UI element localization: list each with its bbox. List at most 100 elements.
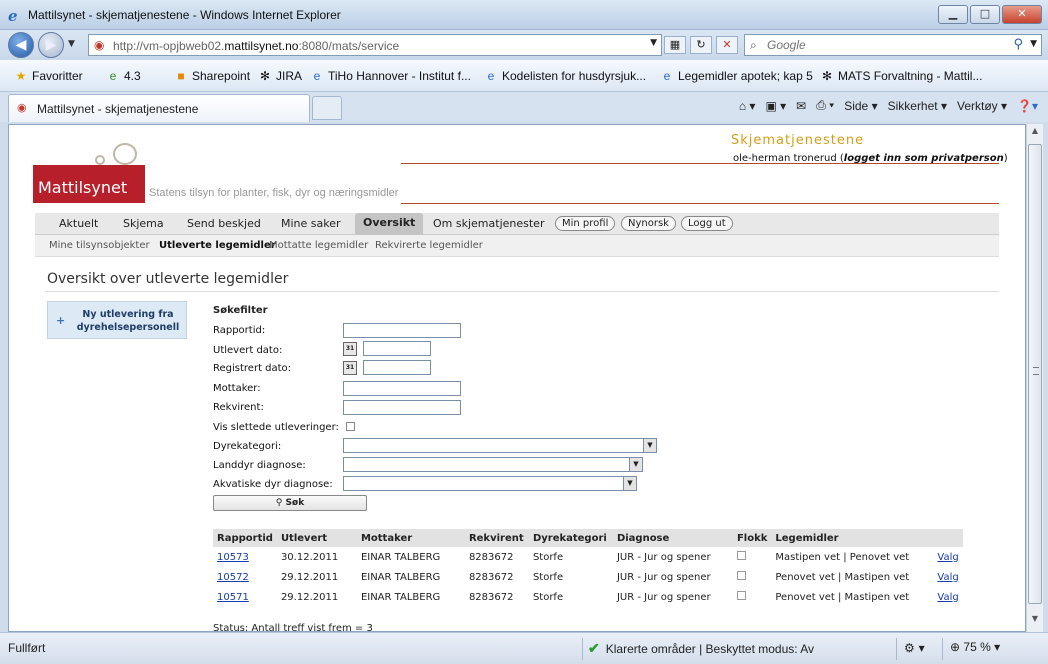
rapport-link[interactable]: 10572 bbox=[217, 572, 249, 583]
subnav-mottatte-legemidler[interactable]: Mottatte legemidler bbox=[269, 240, 368, 251]
back-button[interactable]: ◀ bbox=[8, 32, 34, 58]
minimize-button[interactable]: ▁ bbox=[938, 5, 968, 24]
dyrekategori-label: Dyrekategori: bbox=[213, 441, 282, 452]
cell-dyrekategori: Storfe bbox=[532, 551, 564, 563]
nav-aktuelt[interactable]: Aktuelt bbox=[59, 217, 98, 230]
logg-ut-button[interactable]: Logg ut bbox=[681, 216, 733, 231]
page-title: Oversikt over utleverte legemidler bbox=[47, 271, 289, 287]
security-zone[interactable]: ✔ Klarerte områder | Beskyttet modus: Av bbox=[588, 640, 814, 657]
akvatiske-select[interactable]: ▼ bbox=[343, 476, 637, 491]
nav-skjema[interactable]: Skjema bbox=[123, 217, 164, 230]
nav-oversikt[interactable]: Oversikt bbox=[355, 213, 424, 235]
maximize-button[interactable]: □ bbox=[970, 5, 1000, 24]
favorites-button[interactable]: ★ Favoritter bbox=[14, 69, 83, 83]
favorite-item[interactable]: e TiHo Hannover - Institut f... bbox=[310, 69, 471, 83]
col-dyrekategori: Dyrekategori bbox=[528, 529, 613, 547]
utlevert-dato-input[interactable] bbox=[363, 341, 431, 356]
ie-page-icon: e bbox=[487, 69, 495, 83]
scroll-thumb[interactable] bbox=[1028, 144, 1042, 604]
favorite-item[interactable]: e Legemidler apotek; kap 5 bbox=[660, 69, 813, 83]
search-box[interactable]: ⌕ ⚲ ▼ bbox=[744, 34, 1042, 56]
compat-view-icon[interactable]: ▦ bbox=[664, 36, 686, 54]
forward-button[interactable]: ▶ bbox=[38, 32, 64, 58]
nav-send-beskjed[interactable]: Send beskjed bbox=[187, 217, 261, 230]
stop-icon[interactable]: ✕ bbox=[716, 36, 738, 54]
min-profil-button[interactable]: Min profil bbox=[555, 216, 616, 231]
filter-title: Søkefilter bbox=[213, 305, 268, 316]
favorite-item[interactable]: ✻ JIRA bbox=[258, 69, 302, 83]
search-input[interactable] bbox=[767, 37, 1007, 53]
cell-legemidler: Penovet vet | Mastipen vet bbox=[775, 571, 910, 583]
new-dispensing-button[interactable]: + Ny utlevering fra dyrehelsepersonell bbox=[47, 301, 187, 339]
col-rapportid: Rapportid bbox=[213, 529, 277, 547]
calendar-icon[interactable]: 31 bbox=[343, 361, 357, 375]
close-button[interactable]: ✕ bbox=[1002, 5, 1042, 24]
safety-menu[interactable]: Sikkerhet ▾ bbox=[888, 99, 947, 113]
zoom-control[interactable]: ⊕ 75 % ▾ bbox=[950, 640, 1000, 654]
help-icon[interactable]: ❓▾ bbox=[1017, 99, 1038, 113]
protected-mode-icon[interactable]: ⚙ ▾ bbox=[904, 641, 925, 655]
results-table: Rapportid Utlevert Mottaker Rekvirent Dy… bbox=[213, 529, 963, 607]
refresh-icon[interactable]: ↻ bbox=[690, 36, 712, 54]
scroll-up-icon[interactable]: ▲ bbox=[1027, 126, 1043, 142]
landdyr-select[interactable]: ▼ bbox=[343, 457, 643, 472]
rekvirent-input[interactable] bbox=[343, 400, 461, 415]
nynorsk-button[interactable]: Nynorsk bbox=[621, 216, 676, 231]
rapport-link[interactable]: 10573 bbox=[217, 552, 249, 563]
search-button[interactable]: ⚲ Søk bbox=[213, 495, 367, 511]
chevron-down-icon: ▼ bbox=[643, 439, 656, 452]
tools-menu[interactable]: Verktøy ▾ bbox=[957, 99, 1007, 113]
valg-link[interactable]: Valg bbox=[937, 572, 958, 583]
jira-icon: ✻ bbox=[259, 69, 271, 83]
vis-slettede-checkbox[interactable] bbox=[346, 422, 355, 431]
subnav-rekvirerte-legemidler[interactable]: Rekvirerte legemidler bbox=[375, 240, 483, 251]
vertical-scrollbar[interactable]: ▲ ▼ bbox=[1026, 124, 1043, 632]
plus-icon: + bbox=[56, 314, 66, 327]
browser-tab[interactable]: ◉ Mattilsynet - skjematjenestene bbox=[8, 94, 310, 122]
ie-page-icon: e bbox=[663, 69, 671, 83]
valg-link[interactable]: Valg bbox=[937, 592, 958, 603]
rapportid-input[interactable] bbox=[343, 323, 461, 338]
rekvirent-label: Rekvirent: bbox=[213, 402, 264, 413]
address-toolbar: ◀ ▶ ▼ ◉ http://vm-opjbweb02.mattilsynet.… bbox=[0, 30, 1048, 60]
favorite-item[interactable]: ✻ MATS Forvaltning - Mattil... bbox=[820, 69, 983, 83]
history-dropdown-icon[interactable]: ▼ bbox=[68, 39, 75, 49]
home-icon[interactable]: ⌂ ▾ bbox=[739, 99, 756, 113]
url-dropdown-icon[interactable]: ▼ bbox=[650, 38, 657, 48]
registrert-dato-input[interactable] bbox=[363, 360, 431, 375]
favorite-item[interactable]: e 4.3 bbox=[106, 69, 141, 83]
favorite-item[interactable]: ■ Sharepoint bbox=[174, 69, 250, 83]
zoom-icon: ⊕ bbox=[950, 640, 964, 654]
mottaker-input[interactable] bbox=[343, 381, 461, 396]
cell-rekvirent: 8283672 bbox=[468, 571, 514, 583]
mattilsynet-logo[interactable]: Mattilsynet bbox=[33, 165, 145, 203]
dyrekategori-select[interactable]: ▼ bbox=[343, 438, 657, 453]
cell-diagnose: JUR - Jur og spener bbox=[616, 591, 711, 603]
nav-om-skjematjenester[interactable]: Om skjematjenester bbox=[433, 217, 544, 230]
site-icon: ◉ bbox=[17, 101, 27, 114]
subnav-utleverte-legemidler[interactable]: Utleverte legemidler bbox=[159, 240, 276, 251]
rapport-link[interactable]: 10571 bbox=[217, 592, 249, 603]
search-dropdown-icon[interactable]: ▼ bbox=[1030, 39, 1037, 49]
cell-mottaker: EINAR TALBERG bbox=[360, 591, 441, 603]
url-field[interactable]: ◉ http://vm-opjbweb02.mattilsynet.no:808… bbox=[88, 34, 662, 56]
window-titlebar: e Mattilsynet - skjematjenestene - Windo… bbox=[0, 0, 1048, 30]
akvatiske-label: Akvatiske dyr diagnose: bbox=[213, 479, 333, 490]
nav-mine-saker[interactable]: Mine saker bbox=[281, 217, 341, 230]
landdyr-label: Landdyr diagnose: bbox=[213, 460, 306, 471]
favorite-item[interactable]: e Kodelisten for husdyrsjuk... bbox=[484, 69, 646, 83]
calendar-icon[interactable]: 31 bbox=[343, 342, 357, 356]
table-row: 10571 29.12.2011 EINAR TALBERG 8283672 S… bbox=[213, 587, 963, 607]
new-tab-button[interactable] bbox=[312, 96, 342, 120]
feeds-icon[interactable]: ▣ ▾ bbox=[765, 99, 786, 113]
mail-icon[interactable]: ✉ bbox=[796, 99, 806, 113]
print-icon[interactable]: ⎙ ▾ bbox=[816, 98, 834, 113]
valg-link[interactable]: Valg bbox=[937, 552, 958, 563]
cell-rekvirent: 8283672 bbox=[468, 551, 514, 563]
header-divider bbox=[401, 163, 999, 164]
subnav-mine-tilsynsobjekter[interactable]: Mine tilsynsobjekter bbox=[49, 240, 150, 251]
scroll-down-icon[interactable]: ▼ bbox=[1027, 614, 1043, 630]
search-icon[interactable]: ⚲ bbox=[1013, 37, 1023, 52]
page-menu[interactable]: Side ▾ bbox=[844, 99, 877, 113]
load-status: Fullført bbox=[8, 641, 46, 655]
